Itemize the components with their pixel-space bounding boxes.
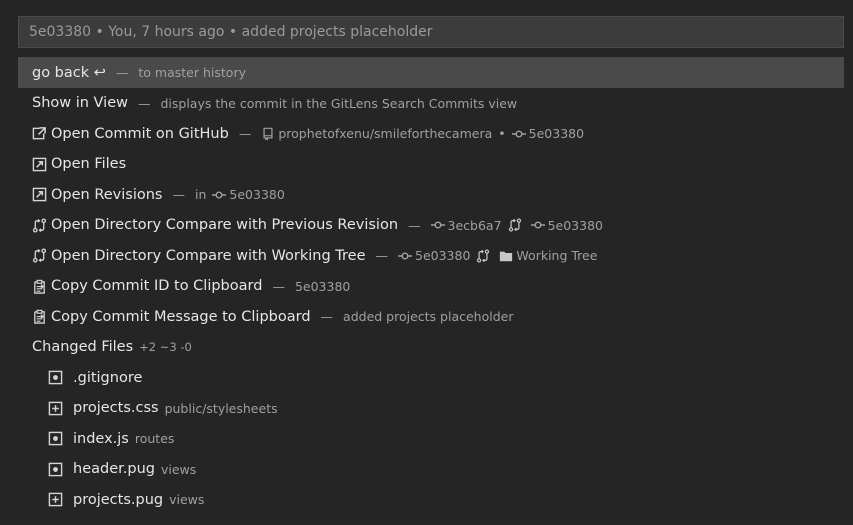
modified-icon: [48, 431, 63, 446]
copy-commit-message-description: added projects placeholder: [343, 309, 514, 325]
git-compare-icon: [477, 249, 490, 263]
quick-pick-list: go back ↩ — to master history Show in Vi…: [18, 57, 844, 515]
show-in-view-label: Show in View: [32, 95, 128, 112]
added-icon: [48, 492, 63, 507]
open-commit-on-github-description: prophetofxenu/smileforthecamera • 5e0338…: [261, 126, 584, 141]
file-name: .gitignore: [73, 369, 143, 386]
separator: —: [320, 309, 334, 325]
go-back-item[interactable]: go back ↩ — to master history: [18, 57, 844, 88]
compare-previous-revision-description: 3ecb6a7 5e03380: [430, 217, 603, 233]
folder-icon: [500, 251, 513, 261]
file-name: header.pug: [73, 461, 155, 478]
file-item-gitignore[interactable]: .gitignore: [18, 363, 844, 394]
separator: —: [375, 248, 389, 264]
copy-commit-id-item[interactable]: Copy Commit ID to Clipboard — 5e03380: [18, 271, 844, 302]
git-compare-icon: [32, 248, 47, 263]
file-directory: public/stylesheets: [164, 400, 278, 416]
quick-pick-filter-input[interactable]: [19, 17, 843, 47]
separator: —: [238, 126, 252, 142]
separator: —: [137, 95, 151, 111]
git-compare-icon: [508, 218, 521, 232]
open-files-item[interactable]: Open Files: [18, 149, 844, 180]
separator: —: [172, 187, 186, 203]
compare-previous-revision-item[interactable]: Open Directory Compare with Previous Rev…: [18, 210, 844, 241]
changed-files-label: Changed Files: [32, 339, 134, 356]
open-revisions-description: in 5e03380: [195, 187, 285, 202]
compare-working-tree-description: 5e03380 Working Tree: [398, 248, 597, 263]
quick-pick-input-container: [18, 16, 844, 48]
open-commit-on-github-label: Open Commit on GitHub: [51, 125, 229, 142]
go-to-file-icon: [32, 187, 47, 202]
file-item-header-pug[interactable]: header.pug views: [18, 454, 844, 485]
show-in-view-description: displays the commit in the GitLens Searc…: [160, 95, 518, 111]
clipboard-icon: [34, 310, 45, 324]
file-item-projects-css[interactable]: projects.css public/stylesheets: [18, 393, 844, 424]
file-item-index-js[interactable]: index.js routes: [18, 424, 844, 455]
compare-working-tree-item[interactable]: Open Directory Compare with Working Tree…: [18, 241, 844, 272]
copy-commit-id-description: 5e03380: [294, 278, 351, 294]
commit-sha: 5e03380: [528, 126, 585, 142]
copy-commit-message-item[interactable]: Copy Commit Message to Clipboard — added…: [18, 302, 844, 333]
modified-icon: [48, 370, 63, 385]
changed-files-item[interactable]: Changed Files +2 ~3 -0: [18, 332, 844, 363]
commit-sha: 5e03380: [415, 248, 471, 264]
open-commit-on-github-item[interactable]: Open Commit on GitHub — prophetofxenu/sm…: [18, 119, 844, 150]
clipboard-icon: [34, 279, 45, 294]
go-to-file-icon: [32, 157, 47, 172]
git-commit-icon: [511, 130, 526, 138]
file-name: projects.css: [73, 400, 159, 417]
git-commit-icon: [430, 221, 445, 229]
file-item-projects-pug[interactable]: projects.pug views: [18, 485, 844, 516]
show-in-view-item[interactable]: Show in View — displays the commit in th…: [18, 88, 844, 119]
in-text: in: [195, 187, 207, 203]
open-revisions-label: Open Revisions: [51, 186, 163, 203]
git-commit-icon: [212, 191, 227, 199]
compare-working-tree-label: Open Directory Compare with Working Tree: [51, 247, 366, 264]
commit-sha-from: 3ecb6a7: [447, 217, 502, 233]
separator: —: [115, 65, 129, 80]
added-icon: [48, 401, 63, 416]
file-directory: views: [160, 461, 197, 477]
link-external-icon: [32, 127, 47, 140]
git-commit-icon: [530, 221, 545, 229]
modified-icon: [48, 462, 63, 477]
open-files-label: Open Files: [51, 156, 127, 173]
changed-files-counts: +2 ~3 -0: [139, 340, 192, 355]
separator: —: [272, 278, 285, 294]
git-commit-icon: [398, 252, 412, 260]
repo-icon: [263, 127, 273, 141]
commit-sha-to: 5e03380: [547, 217, 603, 233]
quick-pick-panel: go back ↩ — to master history Show in Vi…: [0, 0, 853, 525]
copy-commit-id-label: Copy Commit ID to Clipboard: [51, 278, 263, 295]
file-name: projects.pug: [73, 491, 164, 508]
file-name: index.js: [73, 430, 129, 447]
separator: —: [408, 217, 421, 233]
dot-separator: •: [498, 126, 506, 142]
repository-name: prophetofxenu/smileforthecamera: [278, 126, 493, 142]
git-compare-icon: [32, 218, 47, 233]
working-tree-label: Working Tree: [516, 248, 598, 264]
commit-sha: 5e03380: [229, 187, 285, 203]
compare-previous-revision-label: Open Directory Compare with Previous Rev…: [51, 217, 399, 234]
open-revisions-item[interactable]: Open Revisions — in 5e03380: [18, 180, 844, 211]
go-back-description: to master history: [138, 65, 246, 80]
copy-commit-message-label: Copy Commit Message to Clipboard: [51, 308, 311, 325]
file-directory: views: [169, 492, 205, 508]
go-back-label: go back ↩: [32, 64, 106, 81]
file-directory: routes: [134, 431, 175, 447]
